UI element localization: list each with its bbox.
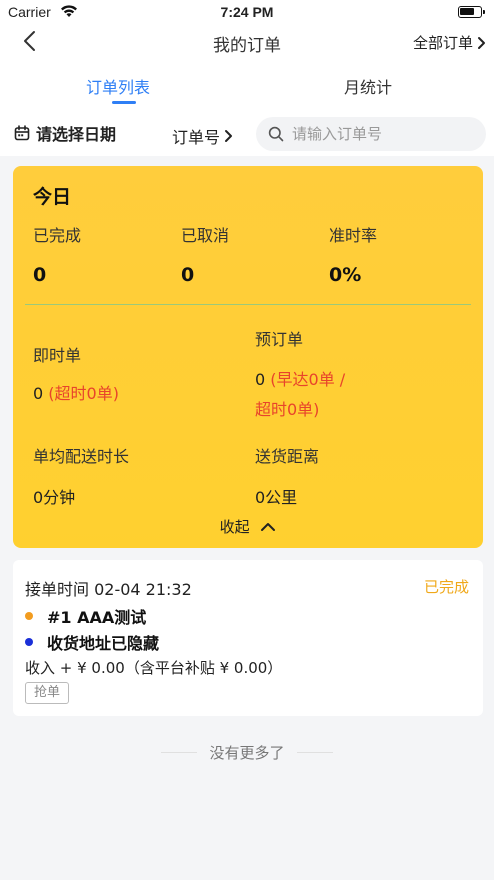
filter-bar: 请选择日期 订单号 (0, 114, 494, 154)
cancelled-value: 0 (181, 264, 195, 286)
battery-icon (458, 6, 485, 18)
stats-card-title: 今日 (33, 186, 72, 208)
nav-bar: 我的订单 全部订单 (0, 26, 494, 58)
instant-order-summary: 0 (超时0单) (33, 380, 119, 404)
divider-right (296, 752, 333, 753)
all-orders-button[interactable]: 全部订单 (413, 32, 486, 53)
reserve-order-overtime-note: 超时0单) (255, 400, 320, 419)
order-store-row: #1 AAA测试 (25, 604, 146, 628)
all-orders-label: 全部订单 (412, 34, 473, 52)
date-picker[interactable]: 请选择日期 (14, 121, 116, 145)
date-picker-label: 请选择日期 (36, 125, 117, 144)
avg-delivery-time-label: 单均配送时长 (33, 447, 130, 466)
completed-label: 已完成 (33, 226, 82, 245)
stats-divider (25, 304, 471, 305)
instant-order-label: 即时单 (33, 346, 82, 365)
order-accept-time: 接单时间 02-04 21:32 (25, 580, 192, 599)
divider-left (161, 752, 198, 753)
status-bar: Carrier 7:24 PM (0, 0, 494, 24)
completed-value: 0 (33, 264, 47, 286)
reserve-order-count: 0 (255, 370, 266, 389)
order-type-tag: 抢单 (25, 682, 70, 704)
tab-order-list[interactable]: 订单列表 (86, 74, 150, 98)
reserve-order-summary: 0 (早达0单 / (255, 366, 345, 390)
tab-bar: 订单列表 月统计 (0, 68, 494, 108)
order-card[interactable]: 接单时间 02-04 21:32 已完成 #1 AAA测试 收货地址已隐藏 收入… (13, 560, 483, 716)
chevron-up-icon (261, 523, 276, 531)
order-income: 收入 + ¥ 0.00（含平台补贴 ¥ 0.00） (25, 659, 283, 677)
search-box (256, 117, 486, 151)
collapse-button[interactable]: 收起 (13, 516, 483, 537)
list-end-indicator: 没有更多了 (0, 742, 494, 763)
active-tab-indicator (112, 101, 136, 104)
delivery-distance-label: 送货距离 (255, 447, 320, 466)
search-icon (268, 126, 284, 142)
chevron-right-icon (225, 130, 233, 142)
order-address: 收货地址已隐藏 (47, 634, 160, 653)
instant-order-overtime: (超时0单) (48, 384, 119, 403)
order-type-select[interactable]: 订单号 (172, 124, 233, 148)
instant-order-count: 0 (33, 384, 44, 403)
no-more-label: 没有更多了 (209, 744, 285, 762)
order-type-label: 订单号 (172, 128, 221, 147)
order-status-badge: 已完成 (423, 578, 469, 596)
order-store-name: #1 AAA测试 (47, 608, 147, 627)
chevron-right-icon (478, 36, 485, 49)
calendar-icon (14, 125, 30, 141)
avg-delivery-time-value: 0分钟 (33, 488, 76, 507)
today-stats-card: 今日 已完成 已取消 准时率 0 0 0% 即时单 0 (超时0单) 预订单 0… (13, 166, 483, 548)
order-number-search-input[interactable] (292, 125, 472, 143)
reserve-order-early-note: (早达0单 / (270, 370, 346, 389)
cancelled-label: 已取消 (181, 226, 230, 245)
status-time: 7:24 PM (220, 4, 274, 20)
delivery-distance-value: 0公里 (255, 488, 298, 507)
ontime-rate-value: 0% (329, 264, 362, 286)
address-dot-icon (25, 638, 33, 646)
ontime-rate-label: 准时率 (329, 226, 378, 245)
order-address-row: 收货地址已隐藏 (25, 630, 159, 654)
reserve-order-label: 预订单 (255, 330, 304, 349)
collapse-label: 收起 (219, 518, 250, 536)
store-dot-icon (25, 612, 33, 620)
tab-monthly-stats[interactable]: 月统计 (344, 74, 392, 98)
